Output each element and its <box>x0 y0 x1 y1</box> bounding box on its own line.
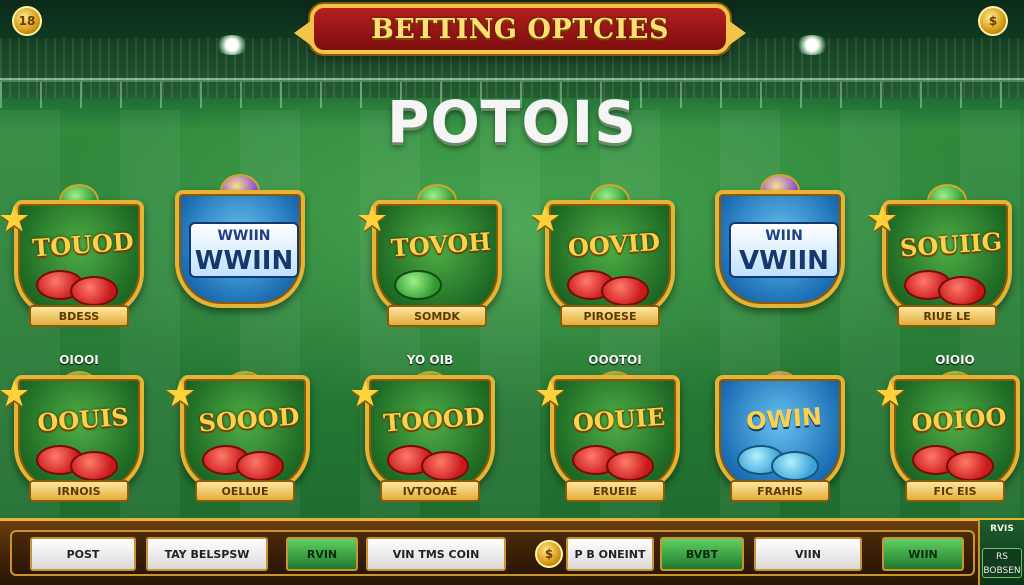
left-coin-icon[interactable]: 18 <box>12 6 42 36</box>
coin-icon[interactable]: $ <box>535 540 563 568</box>
star-icon: ★ <box>529 199 562 240</box>
title-banner: BETTING OPTCIES <box>294 4 746 54</box>
chip-icon <box>70 276 118 306</box>
bet-option-card[interactable]: OIOOI ★ OOUIS IRNOIS <box>0 353 154 505</box>
bet-option-card[interactable]: ★ TOVOH SOMDK <box>356 180 512 330</box>
star-icon: ★ <box>874 374 907 415</box>
page-title: BETTING OPTCIES <box>370 13 669 45</box>
chip-icon <box>394 270 442 300</box>
bet-option-card[interactable]: OIOIO ★ OOIOO FIC EIS <box>874 353 1024 505</box>
bet-option-card[interactable]: ★ SOUIIG RIUE LE <box>866 180 1022 330</box>
chip-icon <box>421 451 469 481</box>
star-icon: ★ <box>534 374 567 415</box>
chip-icon <box>601 276 649 306</box>
bet-button-wiin[interactable]: WIIN <box>882 537 964 571</box>
star-icon: ★ <box>349 374 382 415</box>
star-icon: ★ <box>164 374 197 415</box>
card-plate: IVTOOAE <box>380 480 480 502</box>
card-plate: IRNOIS <box>29 480 129 502</box>
win-sign: WIIN VWIIN <box>729 222 839 278</box>
chip-icon <box>946 451 994 481</box>
card-plate: ERUEIE <box>565 480 665 502</box>
card-tag: OIOOI <box>59 353 99 367</box>
chip-icon <box>771 451 819 481</box>
bet-button-rvin[interactable]: RVIN <box>286 537 358 571</box>
star-icon: ★ <box>866 199 899 240</box>
side-panel-button[interactable]: RS BOBSEN <box>982 548 1022 578</box>
bet-button-vin-tms-coin[interactable]: VIN TMS COIN <box>366 537 506 571</box>
card-plate: OELLUE <box>195 480 295 502</box>
star-icon: ★ <box>356 199 389 240</box>
bet-option-card[interactable]: ★ TOUOD BDESS <box>0 180 154 330</box>
chip-icon <box>938 276 986 306</box>
card-plate: FRAHIS <box>730 480 830 502</box>
card-plate: RIUE LE <box>897 305 997 327</box>
bet-option-card[interactable]: YO OIB ★ TOOOD IVTOOAE <box>349 353 505 505</box>
page-subtitle: POTOIS <box>386 88 638 156</box>
card-tag: OOOTOI <box>588 353 642 367</box>
win-sign-main: WWIIN <box>194 246 294 276</box>
card-plate: SOMDK <box>387 305 487 327</box>
bet-option-card[interactable]: WIIN VWIIN <box>705 170 855 320</box>
star-icon: ★ <box>0 374 31 415</box>
card-plate: PIROESE <box>560 305 660 327</box>
bet-button-bvbt[interactable]: BVBT <box>660 537 744 571</box>
win-sign-top: WIIN <box>765 228 803 244</box>
win-sign-main: VWIIN <box>739 246 829 276</box>
floodlight <box>795 35 829 55</box>
bet-option-card[interactable]: OWIN FRAHIS <box>705 355 855 505</box>
bet-option-card[interactable]: OOOTOI ★ OOUIE ERUEIE <box>534 353 690 505</box>
bet-option-card[interactable]: ★ OOVID PIROESE <box>529 180 685 330</box>
win-sign-top: WWIIN <box>217 228 271 244</box>
chip-icon <box>236 451 284 481</box>
bet-option-card[interactable]: ★ SOOOD OELLUE <box>164 355 320 505</box>
chip-icon <box>70 451 118 481</box>
bet-button-tay[interactable]: TAY BELSPSW <box>146 537 268 571</box>
bet-button-post[interactable]: POST <box>30 537 136 571</box>
bet-button-oneint[interactable]: P B ONEINT <box>566 537 654 571</box>
bet-option-card[interactable]: WWIIN WWIIN <box>165 170 315 320</box>
star-icon: ★ <box>0 199 31 240</box>
right-coin-icon[interactable]: $ <box>978 6 1008 36</box>
chip-icon <box>606 451 654 481</box>
card-plate: FIC EIS <box>905 480 1005 502</box>
side-panel-label: RVIS <box>990 524 1014 534</box>
card-tag: YO OIB <box>406 353 454 367</box>
card-plate: BDESS <box>29 305 129 327</box>
card-tag: OIOIO <box>935 353 975 367</box>
win-sign: WWIIN WWIIN <box>189 222 299 278</box>
bet-button-viin[interactable]: VIIN <box>754 537 862 571</box>
floodlight <box>215 35 249 55</box>
